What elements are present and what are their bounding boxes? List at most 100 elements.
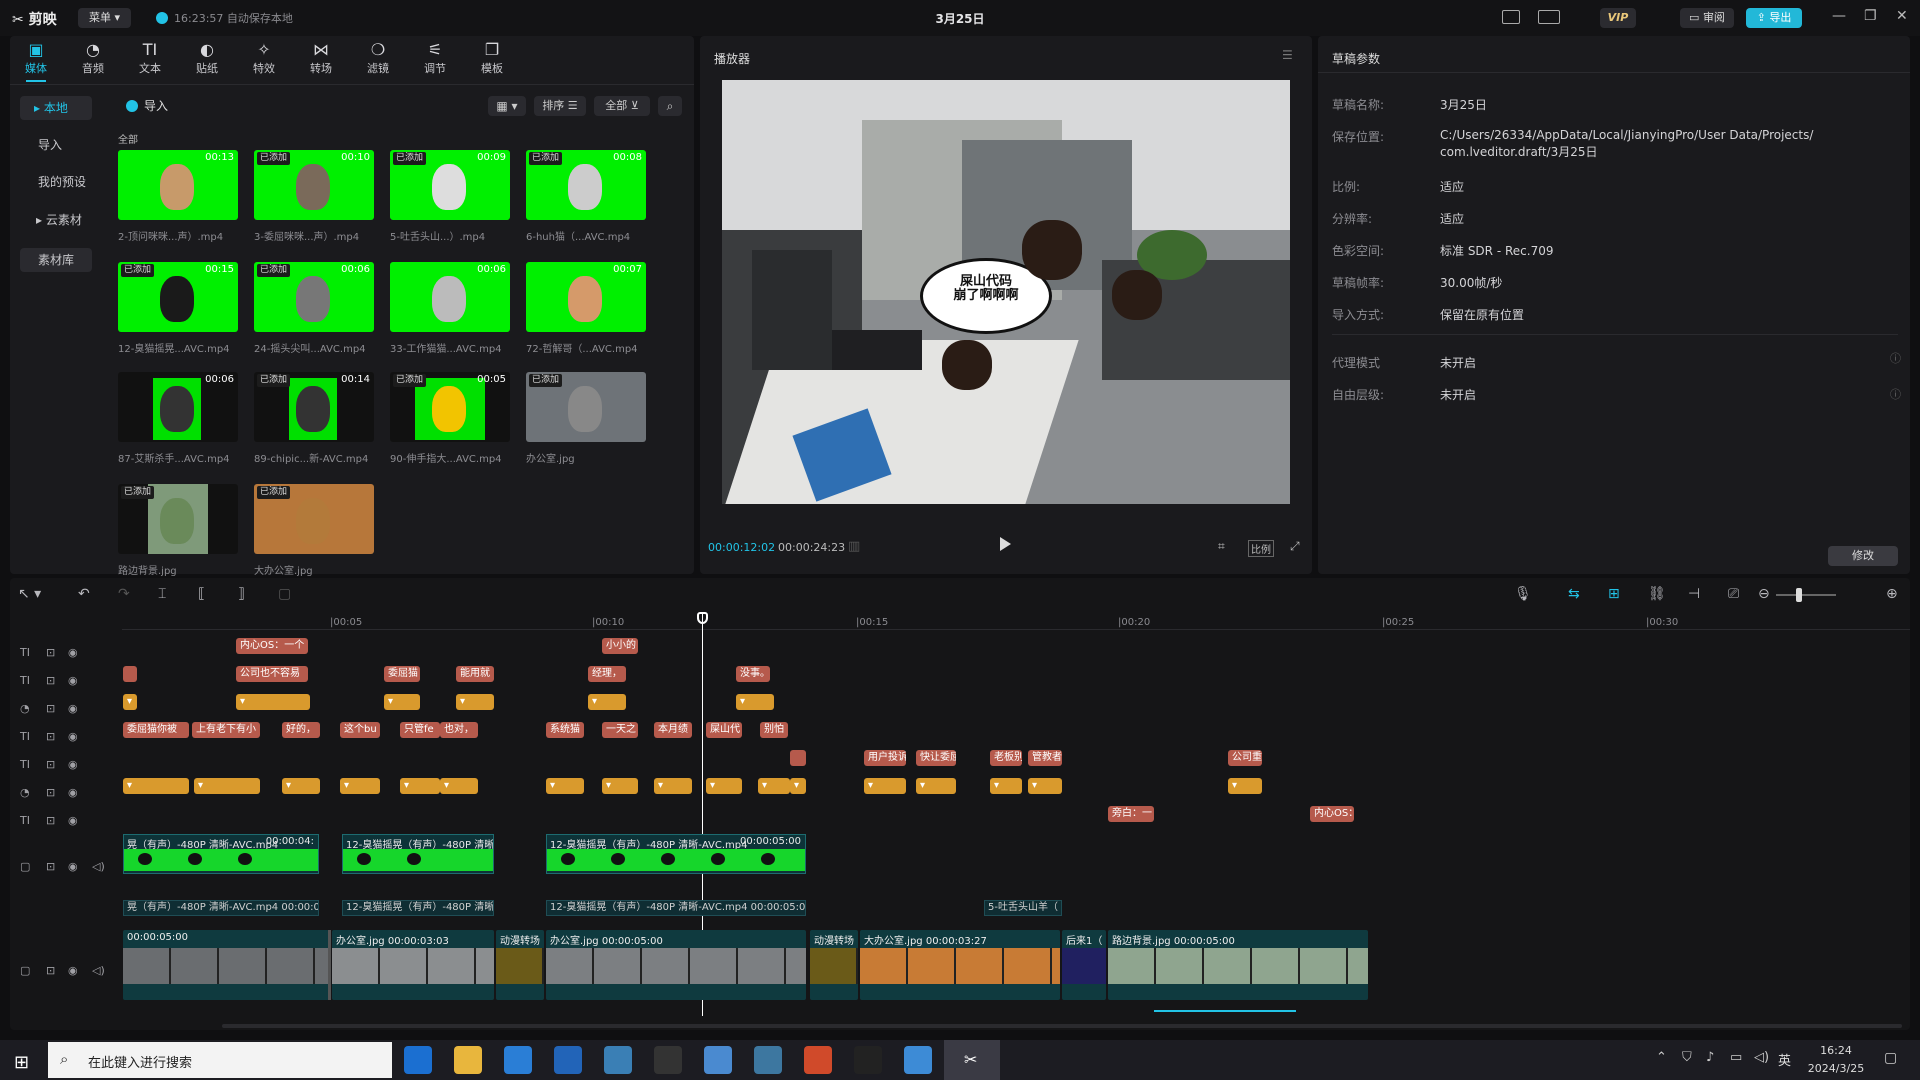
- auto-snap-icon[interactable]: ⊞: [1608, 586, 1620, 602]
- zoom-out-icon[interactable]: ⊖: [1758, 586, 1770, 602]
- text-clip[interactable]: 只管fe: [400, 722, 440, 738]
- playhead-handle[interactable]: [697, 612, 708, 624]
- media-thumbnail[interactable]: 已添加 00:09: [390, 150, 510, 220]
- visibility-icon[interactable]: ◉: [68, 786, 78, 799]
- lock-icon[interactable]: ⊡: [46, 758, 55, 771]
- clock-date[interactable]: 2024/3/25: [1800, 1062, 1872, 1075]
- jianying-taskbar-icon[interactable]: ✂: [944, 1040, 1000, 1080]
- zoom-slider[interactable]: [1776, 594, 1836, 596]
- sticker-clip[interactable]: ▾: [123, 778, 189, 794]
- tool-transition[interactable]: ⋈ 转场: [297, 40, 345, 78]
- text-clip[interactable]: 委屈猫: [384, 666, 420, 682]
- sidebar-item-import[interactable]: 导入: [20, 133, 92, 157]
- shield-icon[interactable]: ⛉: [1682, 1050, 1692, 1065]
- photos-icon[interactable]: [904, 1046, 932, 1074]
- notification-icon[interactable]: ▢: [1884, 1050, 1897, 1066]
- zoom-fit-icon[interactable]: ⎚: [1728, 586, 1739, 602]
- trim-right-icon[interactable]: ⟧: [238, 586, 245, 602]
- ime-indicator[interactable]: 英: [1778, 1050, 1791, 1069]
- visibility-icon[interactable]: ◉: [68, 674, 78, 687]
- grid-icon[interactable]: ▥: [848, 539, 860, 554]
- main-track-clip[interactable]: 办公室.jpg 00:00:05:00: [546, 930, 806, 1000]
- media-thumbnail[interactable]: 00:06: [390, 262, 510, 332]
- split-icon[interactable]: ⌶: [158, 586, 166, 602]
- help-icon[interactable]: ⓘ: [1890, 350, 1901, 366]
- lock-icon[interactable]: ⊡: [46, 964, 55, 977]
- select-tool-icon[interactable]: ↖ ▾: [18, 586, 41, 602]
- mute-icon[interactable]: ◁): [92, 964, 105, 977]
- text-clip[interactable]: 管教者: [1028, 750, 1062, 766]
- fullscreen-icon[interactable]: ⤢: [1290, 539, 1300, 554]
- vip-button[interactable]: VIP: [1600, 8, 1636, 28]
- main-track-clip[interactable]: 动漫转场: [496, 930, 544, 1000]
- media-thumbnail[interactable]: 已添加 00:14: [254, 372, 374, 442]
- sticker-clip[interactable]: ▾: [194, 778, 260, 794]
- main-track-magnet-icon[interactable]: ⇆: [1568, 586, 1580, 602]
- import-button[interactable]: 导入: [118, 96, 180, 116]
- media-thumbnail[interactable]: 00:06: [118, 372, 238, 442]
- video-clip[interactable]: 晃（有声）-480P 清晰-AVC.mp4 00:00:04:: [123, 834, 319, 874]
- view-toggle-button[interactable]: ▦ ▾: [488, 96, 526, 116]
- sticker-clip[interactable]: ▾: [602, 778, 638, 794]
- text-clip[interactable]: 小小的: [602, 638, 638, 654]
- media-thumbnail[interactable]: 已添加 00:15: [118, 262, 238, 332]
- media-thumbnail[interactable]: 已添加: [118, 484, 238, 554]
- sticker-clip[interactable]: ▾: [654, 778, 692, 794]
- tool-filter[interactable]: ❍ 滤镜: [354, 40, 402, 78]
- sticker-clip[interactable]: ▾: [758, 778, 790, 794]
- visibility-icon[interactable]: ◉: [68, 860, 78, 873]
- snapshot-icon[interactable]: ⌗: [1218, 539, 1225, 554]
- sticker-clip[interactable]: ▾: [790, 778, 806, 794]
- sticker-clip[interactable]: ▾: [546, 778, 584, 794]
- clock-time[interactable]: 16:24: [1808, 1044, 1864, 1057]
- sticker-clip[interactable]: ▾: [990, 778, 1022, 794]
- text-clip[interactable]: 系统猫: [546, 722, 584, 738]
- text-clip[interactable]: 内心OS：一个: [236, 638, 308, 654]
- edit-params-button[interactable]: 修改: [1828, 546, 1898, 566]
- delete-icon[interactable]: ▢: [278, 586, 291, 602]
- text-clip[interactable]: [123, 666, 137, 682]
- review-button[interactable]: ▭ 审阅: [1680, 8, 1734, 28]
- text-clip[interactable]: 旁白：一: [1108, 806, 1154, 822]
- tool-adjust[interactable]: ⚟ 调节: [411, 40, 459, 78]
- lock-icon[interactable]: ⊡: [46, 860, 55, 873]
- audio-clip[interactable]: 晃（有声）-480P 清晰-AVC.mp4 00:00:04:: [123, 900, 319, 916]
- shortcut-icon[interactable]: [1502, 10, 1520, 24]
- visibility-icon[interactable]: ◉: [68, 702, 78, 715]
- text-clip[interactable]: 一天之: [602, 722, 638, 738]
- sticker-clip[interactable]: ▾: [282, 778, 320, 794]
- lock-icon[interactable]: ⊡: [46, 814, 55, 827]
- visibility-icon[interactable]: ◉: [68, 964, 78, 977]
- sidebar-item-cloud[interactable]: ▸ 云素材: [20, 208, 92, 232]
- video-preview[interactable]: 屎山代码 崩了啊啊啊: [722, 80, 1290, 504]
- media-thumbnail[interactable]: 已添加: [254, 484, 374, 554]
- sticker-clip[interactable]: ▾: [123, 694, 137, 710]
- media-thumbnail[interactable]: 已添加 00:05: [390, 372, 510, 442]
- mail-icon[interactable]: [554, 1046, 582, 1074]
- text-clip[interactable]: 公司重: [1228, 750, 1262, 766]
- timeline-ruler[interactable]: [122, 612, 1910, 630]
- media-thumbnail[interactable]: 已添加 00:06: [254, 262, 374, 332]
- layout-icon[interactable]: [1538, 10, 1560, 24]
- text-clip[interactable]: 也对，: [440, 722, 478, 738]
- restore-icon[interactable]: ❐: [1864, 8, 1877, 24]
- tray-chevron-icon[interactable]: ⌃: [1656, 1050, 1667, 1065]
- text-clip[interactable]: 快让委屈: [916, 750, 956, 766]
- sticker-clip[interactable]: ▾: [236, 694, 310, 710]
- player-menu-icon[interactable]: ☰: [1282, 48, 1293, 62]
- snipping-icon[interactable]: [654, 1046, 682, 1074]
- media-thumbnail[interactable]: 已添加 00:10: [254, 150, 374, 220]
- redo-icon[interactable]: ↷: [118, 586, 130, 602]
- store-icon[interactable]: [504, 1046, 532, 1074]
- timeline-scrollbar[interactable]: [222, 1024, 1902, 1028]
- media-thumbnail[interactable]: 已添加 00:08: [526, 150, 646, 220]
- text-clip[interactable]: 别怕: [760, 722, 788, 738]
- search-icon[interactable]: ⌕: [658, 96, 682, 116]
- sidebar-item-local[interactable]: ▸ 本地: [20, 96, 92, 120]
- tool-effects[interactable]: ✧ 特效: [240, 40, 288, 78]
- text-clip[interactable]: 没事。: [736, 666, 770, 682]
- main-track-clip[interactable]: 大办公室.jpg 00:00:03:27: [860, 930, 1060, 1000]
- mic-tray-icon[interactable]: ♪: [1706, 1050, 1714, 1065]
- sticker-clip[interactable]: ▾: [588, 694, 626, 710]
- audio-clip[interactable]: 12-臭猫摇晃（有声）-480P 清晰: [342, 900, 494, 916]
